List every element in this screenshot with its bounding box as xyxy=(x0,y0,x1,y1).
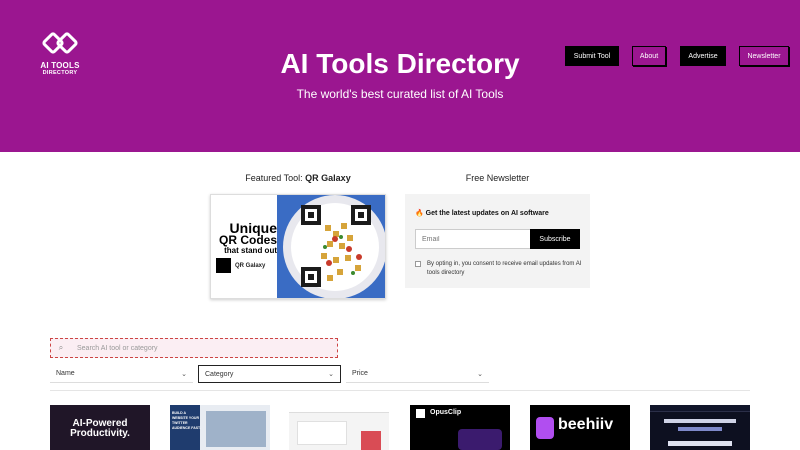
tool-card[interactable]: OpusClip xyxy=(410,405,510,450)
tool-card[interactable] xyxy=(650,405,750,450)
tool-card-title: BUILD A WEBSITE YOUR TWITTER AUDIENCE FA… xyxy=(172,411,201,430)
search-bar[interactable]: ⌕ Search AI tool or category xyxy=(50,338,338,358)
qr-galaxy-icon xyxy=(216,258,231,273)
consent-checkbox[interactable] xyxy=(415,261,421,267)
tool-card[interactable]: beehiiv xyxy=(530,405,630,450)
filter-category[interactable]: Category ⌄ xyxy=(198,365,341,383)
featured-label: Featured Tool: QR Galaxy xyxy=(210,173,386,183)
newsletter-box: 🔥 Get the latest updates on AI software … xyxy=(405,194,590,288)
filter-name[interactable]: Name ⌄ xyxy=(50,365,193,383)
search-icon: ⌕ xyxy=(58,343,64,352)
hero-banner: AI TOOLS DIRECTORY Submit Tool About Adv… xyxy=(0,0,800,152)
chevron-down-icon: ⌄ xyxy=(181,370,187,378)
email-field[interactable] xyxy=(415,229,531,249)
featured-ad-text: Unique QR Codes that stand out xyxy=(211,221,277,255)
featured-ad-card[interactable]: Unique QR Codes that stand out QR Galaxy xyxy=(210,194,386,299)
filter-name-label: Name xyxy=(56,370,75,377)
subscribe-button[interactable]: Subscribe xyxy=(530,229,580,249)
tool-card[interactable] xyxy=(289,405,389,450)
filter-category-label: Category xyxy=(205,370,234,378)
featured-ad-image xyxy=(277,195,385,298)
tool-card[interactable]: BUILD A WEBSITE YOUR TWITTER AUDIENCE FA… xyxy=(170,405,270,450)
newsletter-label: Free Newsletter xyxy=(465,173,530,183)
consent-text: By opting in, you consent to receive ema… xyxy=(427,261,582,276)
tool-card[interactable]: AI-Powered Productivity. xyxy=(50,405,150,450)
tool-card-title: OpusClip xyxy=(430,409,462,416)
featured-tool-name[interactable]: QR Galaxy xyxy=(305,173,351,183)
chevron-down-icon: ⌄ xyxy=(328,371,334,378)
chevron-down-icon: ⌄ xyxy=(477,370,483,378)
filter-price[interactable]: Price ⌄ xyxy=(346,365,489,383)
newsletter-headline-text: Get the latest updates on AI software xyxy=(425,210,549,217)
divider xyxy=(50,390,750,391)
newsletter-headline: 🔥 Get the latest updates on AI software xyxy=(415,209,549,217)
ad-brand: QR Galaxy xyxy=(216,258,265,273)
fire-icon: 🔥 xyxy=(415,210,424,217)
search-input[interactable]: Search AI tool or category xyxy=(77,345,158,352)
ad-line-2: QR Codes xyxy=(218,233,277,247)
ad-brand-name: QR Galaxy xyxy=(235,262,266,269)
ad-line-3: that stand out xyxy=(224,246,277,255)
tool-card-title: AI-Powered Productivity. xyxy=(70,418,130,439)
tool-card-title: beehiiv xyxy=(558,416,614,433)
page-title: AI Tools Directory xyxy=(280,48,520,79)
filter-price-label: Price xyxy=(352,370,368,377)
featured-label-prefix: Featured Tool: xyxy=(245,173,303,183)
page-subtitle: The world's best curated list of AI Tool… xyxy=(296,87,504,101)
